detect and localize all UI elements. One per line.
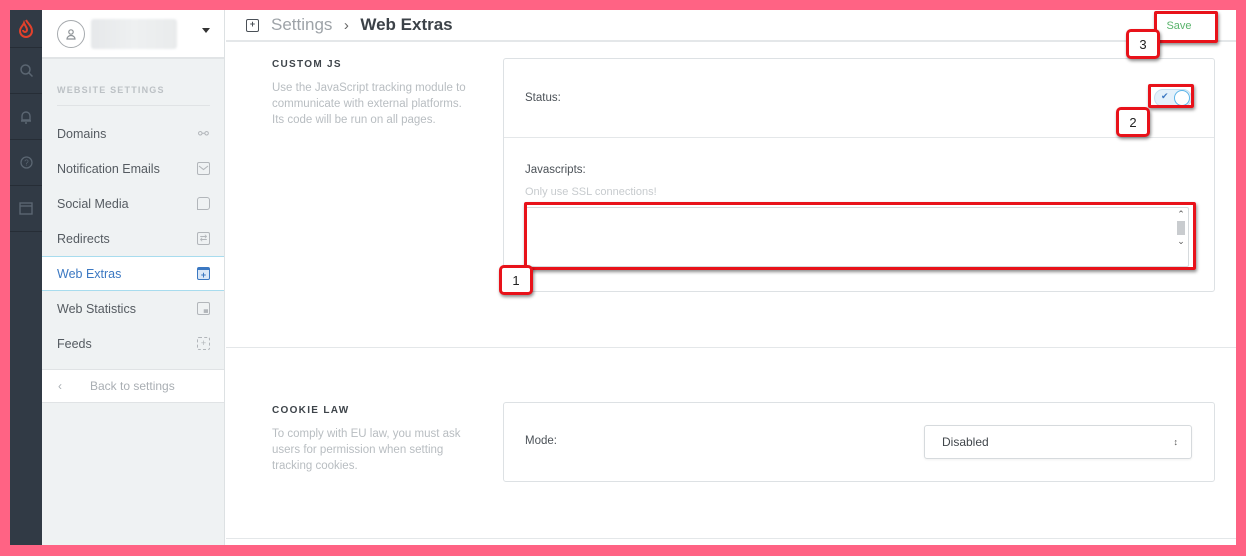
section-description: To comply with EU law, you must ask user… xyxy=(272,428,461,472)
svg-text:?: ? xyxy=(24,159,29,168)
breadcrumb-separator: › xyxy=(343,17,349,34)
annotation-highlight-2 xyxy=(1148,84,1194,108)
help-icon[interactable]: ? xyxy=(10,140,42,186)
breadcrumb: Settings › Web Extras xyxy=(271,15,453,35)
breadcrumb-settings-link[interactable]: Settings xyxy=(271,15,332,34)
main-content: + Settings › Web Extras Save CUSTOM JS U… xyxy=(226,10,1236,545)
mode-label: Mode: xyxy=(525,435,557,447)
icon-rail: ? xyxy=(10,10,42,545)
mode-selected-value: Disabled xyxy=(942,435,989,449)
web-extras-icon: + xyxy=(197,267,210,280)
javascripts-label: Javascripts: xyxy=(525,164,586,176)
user-icon xyxy=(57,19,85,48)
annotation-badge-3: 3 xyxy=(1126,29,1160,59)
web-extras-icon: + xyxy=(246,18,259,32)
page-title: Web Extras xyxy=(360,15,453,34)
divider xyxy=(504,137,1214,138)
app-window: ? WEBSITE SETTINGS Domains ⚯ Notificatio… xyxy=(10,10,1236,545)
mode-select[interactable]: Disabled ↕ xyxy=(924,425,1192,459)
chevron-left-icon: ‹ xyxy=(58,379,62,393)
sidebar-item-web-extras[interactable]: Web Extras + xyxy=(42,256,224,291)
page-header: + Settings › Web Extras Save xyxy=(226,10,1236,42)
sidebar-item-redirects[interactable]: Redirects ⇄ xyxy=(42,221,224,256)
annotation-badge-1: 1 xyxy=(499,265,533,295)
bell-icon[interactable] xyxy=(10,94,42,140)
chat-icon xyxy=(197,197,210,210)
section-title: COOKIE LAW xyxy=(272,405,350,416)
account-name-redacted xyxy=(91,18,177,49)
custom-js-section: CUSTOM JS Use the JavaScript tracking mo… xyxy=(226,44,1236,348)
cookie-law-section: COOKIE LAW To comply with EU law, you mu… xyxy=(226,348,1236,538)
sidebar-item-label: Redirects xyxy=(57,231,110,246)
section-title: CUSTOM JS xyxy=(272,59,342,70)
back-to-settings-label: Back to settings xyxy=(90,379,175,393)
sidebar-item-label: Web Extras xyxy=(57,266,122,281)
settings-sidebar: WEBSITE SETTINGS Domains ⚯ Notification … xyxy=(42,10,225,545)
logo-flame-icon[interactable] xyxy=(10,10,42,48)
redirect-icon: ⇄ xyxy=(197,232,210,245)
sidebar-nav: Domains ⚯ Notification Emails Social Med… xyxy=(42,116,224,361)
chart-icon: ▄ xyxy=(197,302,210,315)
sidebar-item-label: Domains xyxy=(57,126,107,141)
sidebar-item-feeds[interactable]: Feeds + xyxy=(42,326,224,361)
sidebar-item-label: Social Media xyxy=(57,196,129,211)
chevron-down-icon[interactable] xyxy=(202,28,210,33)
sidebar-item-label: Feeds xyxy=(57,336,92,351)
cookie-law-card: Mode: Disabled ↕ xyxy=(503,402,1215,482)
account-switcher[interactable] xyxy=(42,10,224,59)
sidebar-item-label: Notification Emails xyxy=(57,161,160,176)
status-label: Status: xyxy=(525,92,561,104)
window-icon[interactable] xyxy=(10,186,42,232)
annotation-highlight-1 xyxy=(524,202,1196,270)
search-icon[interactable] xyxy=(10,48,42,94)
plus-box-icon: + xyxy=(197,337,210,350)
sidebar-item-web-statistics[interactable]: Web Statistics ▄ xyxy=(42,291,224,326)
annotation-badge-2: 2 xyxy=(1116,107,1150,137)
back-to-settings-link[interactable]: ‹ Back to settings xyxy=(42,369,224,403)
annotation-highlight-3 xyxy=(1154,11,1218,43)
email-icon xyxy=(197,162,210,175)
sidebar-item-domains[interactable]: Domains ⚯ xyxy=(42,116,224,151)
javascripts-hint: Only use SSL connections! xyxy=(525,186,657,198)
section-description: Use the JavaScript tracking module to co… xyxy=(272,82,466,126)
sidebar-item-label: Web Statistics xyxy=(57,301,136,316)
sidebar-item-social-media[interactable]: Social Media xyxy=(42,186,224,221)
sidebar-item-notification-emails[interactable]: Notification Emails xyxy=(42,151,224,186)
section-divider xyxy=(226,538,1236,539)
link-icon: ⚯ xyxy=(198,126,209,141)
select-arrows-icon: ↕ xyxy=(1173,437,1178,447)
sidebar-heading: WEBSITE SETTINGS xyxy=(57,85,210,106)
